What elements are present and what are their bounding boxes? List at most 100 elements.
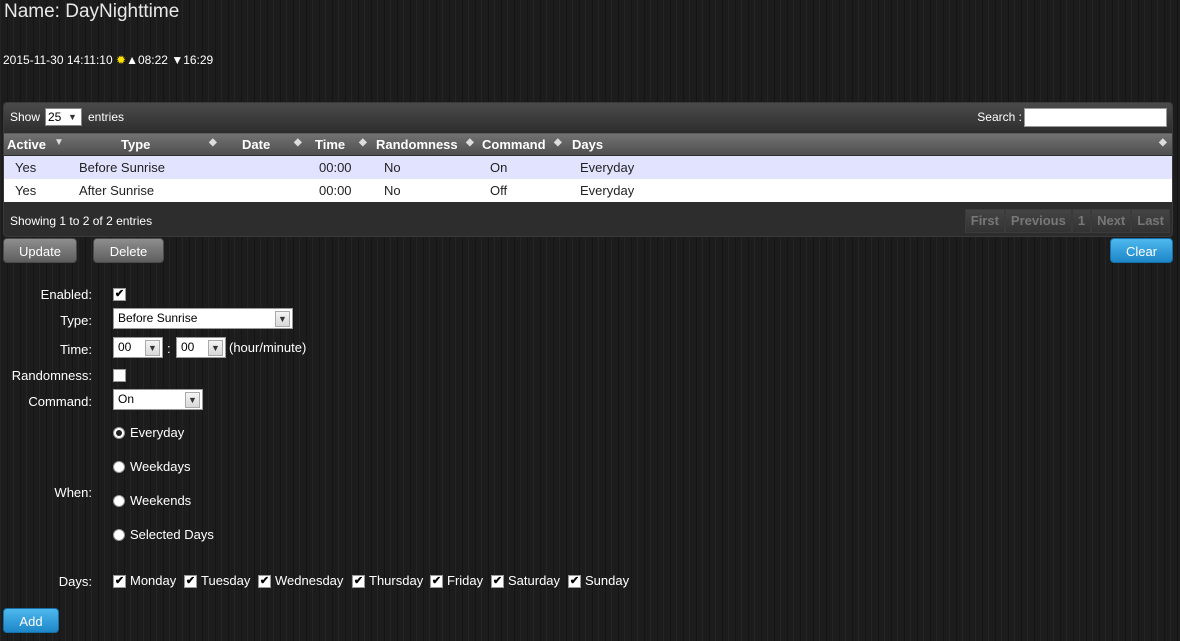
hour-select[interactable]: 00 ▼	[113, 337, 163, 358]
update-button[interactable]: Update	[3, 238, 77, 263]
table-toolbar: Show 25 ▼ entries Search :	[4, 103, 1172, 134]
type-label: Type:	[60, 313, 92, 328]
sort-icon: ◆	[359, 137, 367, 148]
sort-desc-icon: ▼	[54, 137, 64, 148]
day-friday-checkbox[interactable]: ✔	[430, 575, 443, 588]
timers-table-panel: Show 25 ▼ entries Search : Active ▼ Type…	[3, 102, 1173, 237]
pager-previous-button[interactable]: Previous	[1004, 209, 1072, 233]
sunset-time: ▼16:29	[171, 53, 214, 67]
chevron-down-icon: ▼	[208, 340, 223, 356]
time-label: Time:	[59, 342, 92, 357]
when-weekends-label: Weekends	[130, 493, 192, 508]
search-label: Search :	[977, 110, 1022, 124]
when-weekdays-label: Weekdays	[130, 459, 191, 474]
minute-select-value: 00	[181, 340, 195, 354]
page-title: Name: DayNighttime	[4, 1, 180, 22]
column-randomness[interactable]: Randomness	[376, 137, 458, 152]
column-time[interactable]: Time	[315, 137, 345, 152]
pager-page-1-button[interactable]: 1	[1071, 209, 1092, 233]
table-row[interactable]: Yes Before Sunrise 00:00 No On Everyday	[4, 156, 1172, 179]
cell-randomness: No	[384, 160, 401, 175]
day-wednesday-checkbox[interactable]: ✔	[258, 575, 271, 588]
day-wednesday-label: Wednesday	[275, 573, 344, 588]
day-monday-checkbox[interactable]: ✔	[113, 575, 126, 588]
sort-icon: ◆	[466, 137, 474, 148]
when-selected-days-label: Selected Days	[130, 527, 214, 542]
day-sunday-label: Sunday	[585, 573, 630, 588]
time-separator: :	[167, 341, 171, 356]
day-tuesday-label: Tuesday	[201, 573, 251, 588]
minute-select[interactable]: 00 ▼	[176, 337, 226, 358]
when-label: When:	[54, 485, 92, 500]
current-datetime: 2015-11-30 14:11:10	[3, 53, 113, 67]
sort-icon: ◆	[209, 137, 217, 148]
page-size-select[interactable]: 25 ▼	[45, 108, 82, 126]
enabled-checkbox[interactable]: ✔	[113, 288, 126, 301]
column-date[interactable]: Date	[242, 137, 270, 152]
table-row[interactable]: Yes After Sunrise 00:00 No Off Everyday	[4, 179, 1172, 202]
cell-active: Yes	[15, 183, 37, 198]
pagination: First Previous 1 Next Last	[964, 209, 1170, 233]
when-weekdays-radio[interactable]	[113, 461, 125, 473]
randomness-label: Randomness:	[11, 368, 92, 383]
cell-command: On	[490, 160, 508, 175]
search-input[interactable]	[1024, 108, 1167, 127]
cell-active: Yes	[15, 160, 37, 175]
sunrise-time: ▲08:22	[126, 53, 168, 67]
command-label: Command:	[28, 394, 92, 409]
column-active[interactable]: Active	[7, 137, 46, 152]
days-label: Days:	[58, 574, 92, 589]
type-select-value: Before Sunrise	[118, 311, 198, 325]
type-select[interactable]: Before Sunrise ▼	[113, 308, 293, 329]
show-label: Show	[10, 110, 41, 124]
randomness-checkbox[interactable]	[113, 369, 126, 382]
time-hint: (hour/minute)	[229, 340, 307, 355]
clear-button[interactable]: Clear	[1110, 238, 1173, 263]
day-monday-label: Monday	[130, 573, 177, 588]
pager-last-button[interactable]: Last	[1131, 209, 1170, 233]
cell-time: 00:00	[319, 160, 352, 175]
sort-icon: ◆	[554, 137, 562, 148]
pager-next-button[interactable]: Next	[1091, 209, 1132, 233]
table-header: Active ▼ Type ◆ Date ◆ Time ◆ Randomness…	[4, 134, 1172, 155]
sort-icon: ◆	[1159, 137, 1167, 148]
command-select[interactable]: On ▼	[113, 389, 203, 410]
delete-button[interactable]: Delete	[93, 238, 164, 263]
pager-first-button[interactable]: First	[964, 209, 1005, 233]
chevron-down-icon: ▼	[145, 340, 160, 356]
day-thursday-label: Thursday	[369, 573, 424, 588]
day-saturday-label: Saturday	[508, 573, 561, 588]
cell-type: Before Sunrise	[79, 160, 165, 175]
cell-randomness: No	[384, 183, 401, 198]
when-selected-days-radio[interactable]	[113, 529, 125, 541]
sort-icon: ◆	[294, 137, 302, 148]
page-size-value: 25	[48, 110, 62, 124]
chevron-down-icon: ▼	[185, 392, 200, 408]
entries-label: entries	[88, 110, 125, 124]
day-sunday-checkbox[interactable]: ✔	[568, 575, 581, 588]
cell-days: Everyday	[580, 183, 635, 198]
day-tuesday-checkbox[interactable]: ✔	[184, 575, 197, 588]
cell-days: Everyday	[580, 160, 635, 175]
command-select-value: On	[118, 392, 135, 406]
cell-time: 00:00	[319, 183, 352, 198]
column-command[interactable]: Command	[482, 137, 546, 152]
enabled-label: Enabled:	[40, 287, 92, 302]
column-type[interactable]: Type	[121, 137, 150, 152]
when-weekends-radio[interactable]	[113, 495, 125, 507]
cell-type: After Sunrise	[79, 183, 155, 198]
day-friday-label: Friday	[447, 573, 484, 588]
chevron-down-icon: ▼	[68, 112, 77, 122]
add-button[interactable]: Add	[3, 608, 59, 633]
day-saturday-checkbox[interactable]: ✔	[491, 575, 504, 588]
sun-icon: ✹	[116, 53, 127, 67]
datetime-bar: 2015-11-30 14:11:10 ✹▲08:22 ▼16:29	[3, 53, 213, 67]
hour-select-value: 00	[118, 340, 132, 354]
day-thursday-checkbox[interactable]: ✔	[352, 575, 365, 588]
when-everyday-label: Everyday	[130, 425, 185, 440]
cell-command: Off	[490, 183, 508, 198]
chevron-down-icon: ▼	[275, 311, 290, 327]
table-info: Showing 1 to 2 of 2 entries	[10, 214, 153, 228]
column-days[interactable]: Days	[572, 137, 603, 152]
when-everyday-radio[interactable]	[113, 427, 125, 439]
